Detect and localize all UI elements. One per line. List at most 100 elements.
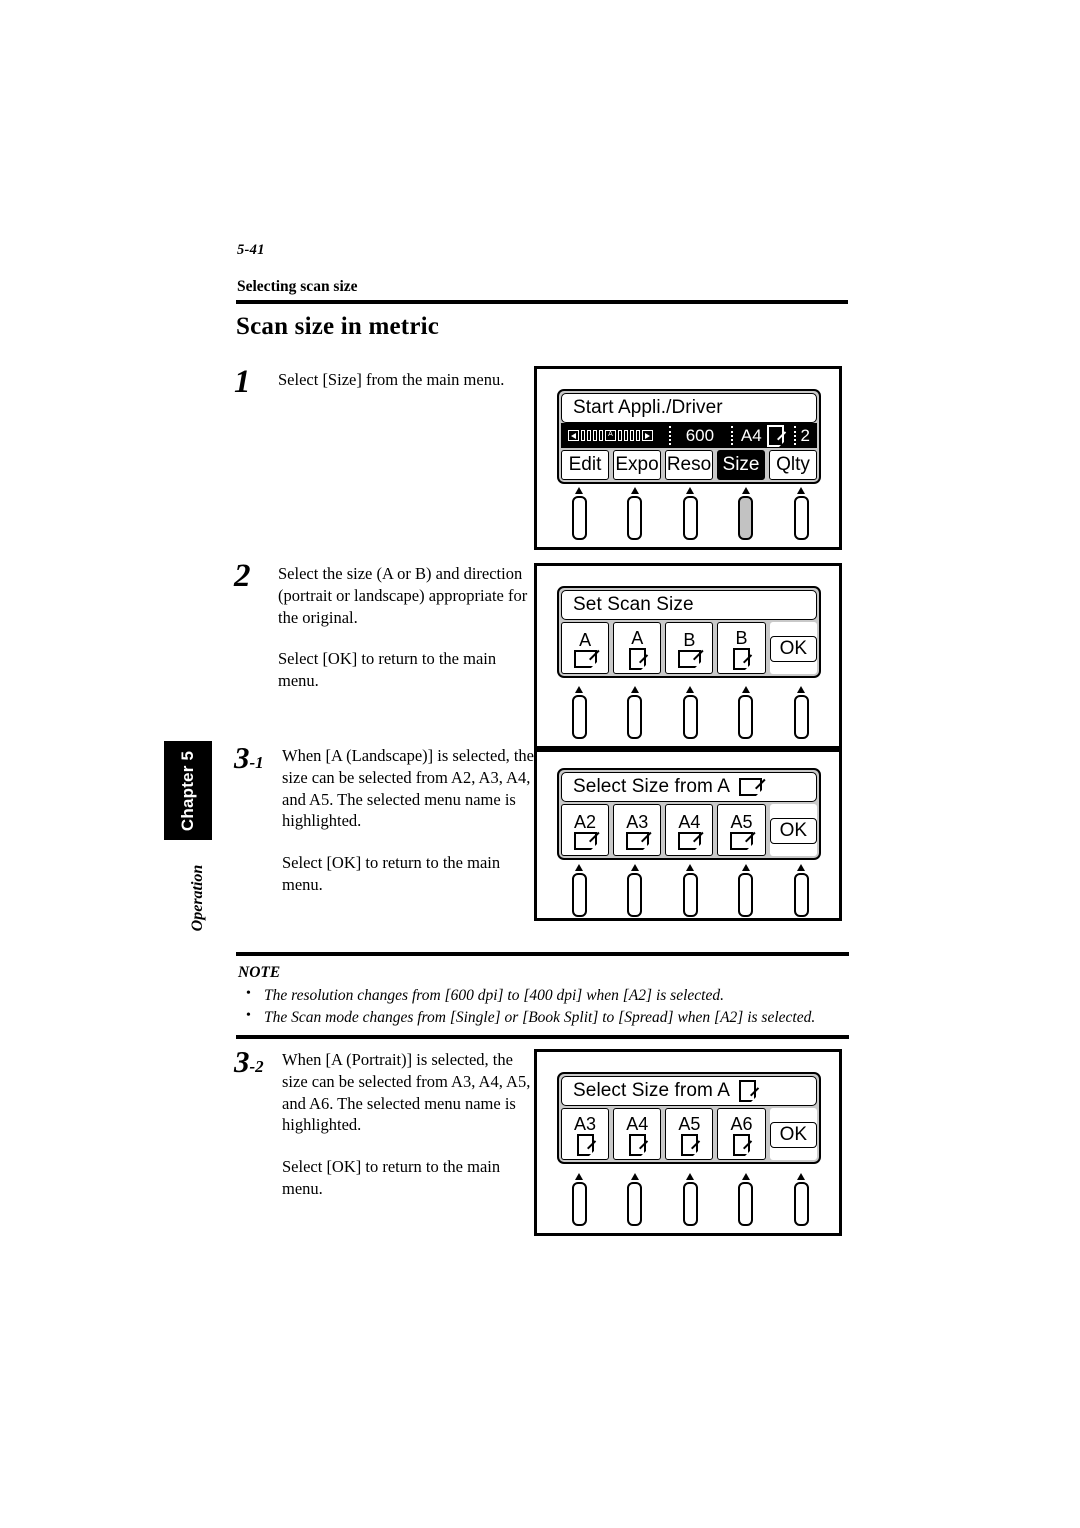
softkey-a4[interactable]: A4	[613, 1108, 662, 1160]
hardware-button-2[interactable]	[615, 1173, 655, 1226]
softkey-label: OK	[769, 818, 818, 844]
hardware-button-4[interactable]	[726, 1173, 766, 1226]
softkey-reso[interactable]: Reso	[665, 450, 713, 480]
gauge-tick-icon	[630, 430, 634, 441]
button-pointer-icon	[797, 864, 805, 871]
step-paragraph: Select [OK] to return to the main menu.	[282, 1157, 501, 1198]
hardware-button-1[interactable]	[559, 487, 599, 540]
softkey-label: A4	[626, 1113, 649, 1134]
running-head: Selecting scan size	[237, 278, 358, 295]
page-portrait-icon	[628, 647, 647, 671]
softkey-label: A	[579, 629, 592, 650]
button-pointer-icon	[741, 1173, 750, 1180]
page-landscape-icon	[729, 831, 754, 851]
step-number: 2	[234, 558, 251, 594]
hardware-button-5[interactable]	[781, 864, 821, 917]
note-item: The resolution changes from [600 dpi] to…	[238, 984, 849, 1007]
softkey-row: A3 A4 A5 A6 OK	[561, 1108, 818, 1160]
softkey-a3[interactable]: A3	[613, 804, 662, 856]
softkey-size[interactable]: Size	[717, 450, 765, 480]
softkey-ok[interactable]: OK	[769, 622, 818, 674]
softkey-a5[interactable]: A5	[665, 1108, 714, 1160]
panel-select-size-a-portrait: Select Size from A A3 A4 A5 A6 OK	[534, 1049, 842, 1236]
softkey-a6[interactable]: A6	[717, 1108, 766, 1160]
softkey-label: OK	[769, 636, 818, 662]
softkey-a5[interactable]: A5	[717, 804, 766, 856]
button-pointer-icon	[686, 686, 694, 693]
step-paragraph: When [A (Landscape)] is selected, the si…	[282, 746, 534, 831]
step-number: 3-2	[234, 1044, 264, 1079]
gauge-tick-icon	[599, 430, 603, 441]
gauge-tick-icon	[581, 430, 585, 441]
manual-page: 5-41 Selecting scan size Scan size in me…	[0, 0, 1080, 1528]
softkey-edit[interactable]: Edit	[561, 450, 609, 480]
lcd-title: Select Size from A	[561, 772, 817, 802]
hardware-button-3[interactable]	[670, 686, 710, 739]
softkey-label: OK	[769, 1122, 818, 1148]
softkey-a-landscape[interactable]: A	[561, 622, 610, 674]
button-pointer-icon	[575, 686, 583, 693]
note-rule-bottom	[236, 1035, 849, 1039]
gauge-tick-icon	[587, 430, 591, 441]
gauge-tick-icon	[624, 430, 628, 441]
softkey-label: A3	[626, 811, 649, 832]
panel-set-scan-size: Set Scan Size A A B B OK	[534, 563, 842, 749]
scroll-left-icon[interactable]	[568, 430, 579, 441]
page-portrait-icon	[732, 647, 751, 671]
softkey-row: A2 A3 A4 A5 OK	[561, 804, 818, 856]
softkey-a4[interactable]: A4	[665, 804, 714, 856]
softkey-a-portrait[interactable]: A	[613, 622, 662, 674]
button-pointer-icon	[575, 864, 583, 871]
gauge-tick-icon	[636, 430, 640, 441]
softkey-a3[interactable]: A3	[561, 1108, 610, 1160]
note-content: NOTE The resolution changes from [600 dp…	[236, 956, 849, 1035]
hardware-button-5[interactable]	[781, 1173, 821, 1226]
step-number: 3-1	[234, 740, 264, 775]
softkey-qlty[interactable]: Qlty	[769, 450, 817, 480]
softkey-ok[interactable]: OK	[769, 1108, 818, 1160]
hardware-button-5[interactable]	[781, 686, 821, 739]
softkey-label: A5	[678, 1113, 701, 1134]
hardware-button-2[interactable]	[615, 686, 655, 739]
button-pointer-icon	[741, 487, 750, 494]
hardware-button-3[interactable]	[670, 1173, 710, 1226]
panel-select-size-a-landscape: Select Size from A A2 A3 A4 A5 OK	[534, 749, 842, 921]
hardware-button-4[interactable]	[726, 686, 766, 739]
hardware-button-1[interactable]	[559, 1173, 599, 1226]
page-landscape-icon	[677, 831, 702, 851]
hardware-button-5[interactable]	[781, 487, 821, 540]
chapter-tab-label: Chapter 5	[178, 750, 197, 831]
note-box: NOTE The resolution changes from [600 dp…	[236, 952, 849, 1039]
softkey-ok[interactable]: OK	[769, 804, 818, 856]
softkey-label: A4	[678, 811, 701, 832]
scroll-right-icon[interactable]	[642, 430, 653, 441]
hardware-button-1[interactable]	[559, 686, 599, 739]
gauge-tick-icon	[593, 430, 597, 441]
page-portrait-icon	[576, 1133, 595, 1157]
status-paper-size-label: A4	[740, 425, 762, 445]
hardware-button-3[interactable]	[670, 864, 710, 917]
page-landscape-icon	[739, 778, 764, 797]
page-portrait-icon	[739, 1080, 758, 1103]
softkey-a2[interactable]: A2	[561, 804, 610, 856]
softkey-label: B	[735, 627, 748, 648]
button-pointer-icon	[630, 686, 639, 693]
hardware-button-2[interactable]	[615, 487, 655, 540]
softkey-row: Edit Expo Reso Size Qlty	[561, 450, 817, 480]
step-text: Select the size (A or B) and direction (…	[278, 563, 530, 692]
hardware-button-4[interactable]	[726, 487, 766, 540]
softkey-b-landscape[interactable]: B	[665, 622, 714, 674]
hardware-button-1[interactable]	[559, 864, 599, 917]
hardware-button-3[interactable]	[670, 487, 710, 540]
button-pointer-icon	[686, 864, 694, 871]
softkey-b-portrait[interactable]: B	[717, 622, 766, 674]
status-copy-count: 2	[793, 423, 817, 448]
page-title: Scan size in metric	[236, 313, 440, 340]
button-pointer-icon	[797, 1173, 805, 1180]
button-pointer-icon	[630, 487, 639, 494]
note-list: The resolution changes from [600 dpi] to…	[238, 984, 849, 1029]
hardware-button-2[interactable]	[615, 864, 655, 917]
hardware-button-4[interactable]	[726, 864, 766, 917]
lcd-title: Start Appli./Driver	[561, 393, 817, 423]
softkey-expo[interactable]: Expo	[613, 450, 661, 480]
